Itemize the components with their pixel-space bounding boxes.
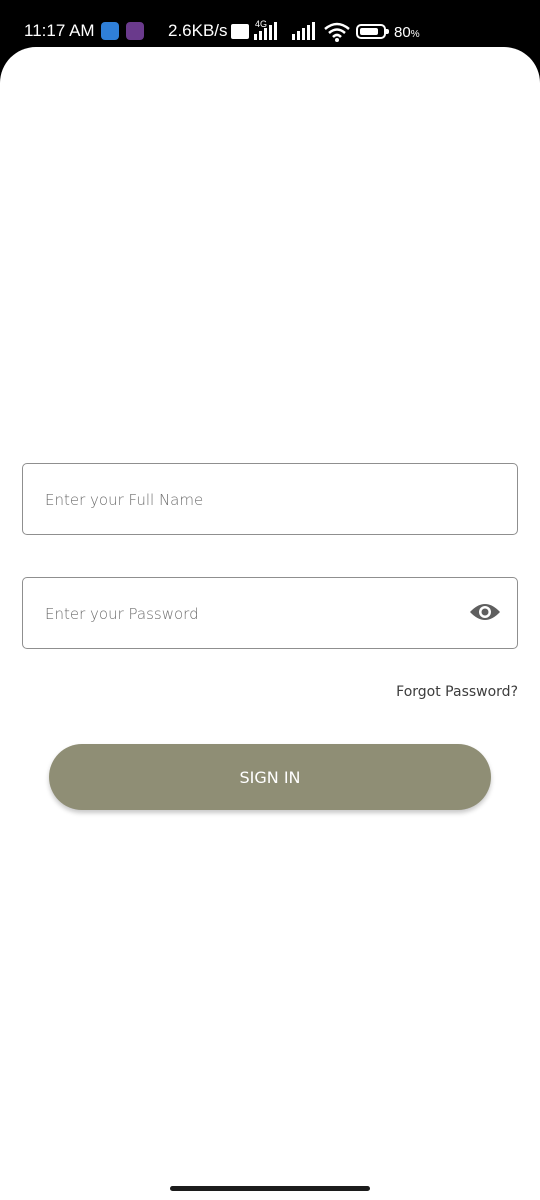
signal-icon <box>292 22 315 40</box>
full-name-field[interactable] <box>22 463 518 536</box>
app-notification-icon <box>126 22 144 40</box>
app-notification-icon <box>101 22 119 40</box>
home-indicator[interactable] <box>170 1186 370 1191</box>
sign-in-button[interactable]: SIGN IN <box>49 744 491 810</box>
network-speed: 2.6KB/s <box>168 21 228 40</box>
forgot-password-link[interactable]: Forgot Password? <box>396 684 518 700</box>
battery-percent-unit: % <box>410 29 420 40</box>
password-input[interactable] <box>43 578 467 650</box>
volte-icon <box>231 24 249 39</box>
battery-fill <box>360 28 378 35</box>
status-time: 11:17 AM <box>24 21 95 40</box>
battery-cap <box>386 29 389 34</box>
signal-icon <box>254 22 277 40</box>
login-screen: Forgot Password? SIGN IN <box>0 47 540 1200</box>
eye-icon[interactable] <box>469 600 501 624</box>
wifi-icon <box>324 22 350 42</box>
battery-percent: 80% <box>394 24 420 41</box>
battery-icon <box>356 24 389 39</box>
password-field[interactable] <box>22 577 518 650</box>
battery-percent-value: 80 <box>394 24 411 41</box>
full-name-input[interactable] <box>43 464 467 536</box>
